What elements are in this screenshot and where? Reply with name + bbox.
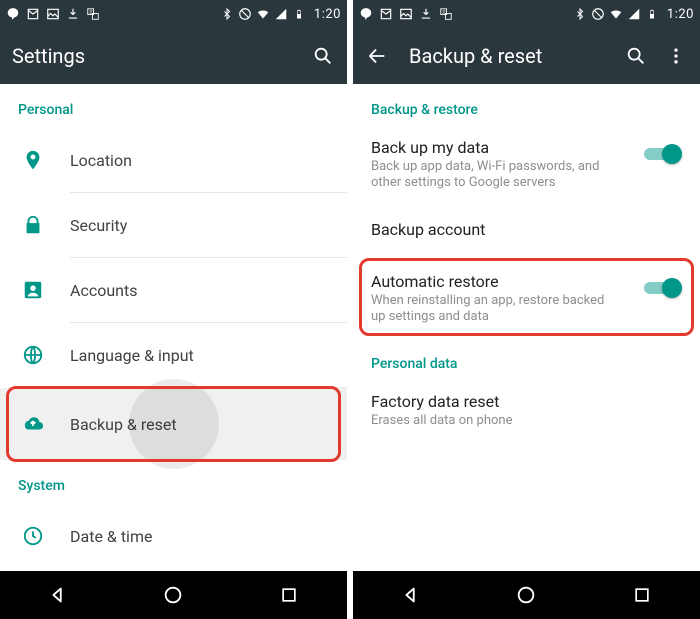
mail-icon (26, 7, 40, 21)
row-location[interactable]: Location (0, 128, 347, 192)
overflow-menu-icon[interactable] (664, 44, 688, 68)
translate-icon: 文 (86, 7, 100, 21)
row-factory-reset[interactable]: Factory data reset Erases all data on ph… (353, 382, 700, 440)
page-title: Settings (12, 44, 295, 68)
download-icon (66, 7, 80, 21)
image-icon (46, 7, 60, 21)
action-bar: Settings (0, 28, 347, 84)
svg-text:文: 文 (89, 8, 93, 14)
search-icon[interactable] (624, 44, 648, 68)
row-security[interactable]: Security (0, 193, 347, 257)
row-sub: Erases all data on phone (371, 413, 611, 429)
backup-reset-content: Backup & restore Back up my data Back up… (353, 84, 700, 571)
lock-icon (18, 214, 48, 236)
toggle-backup-my-data[interactable] (644, 144, 682, 164)
status-clock: 1:20 (667, 7, 694, 22)
action-bar: Backup & reset (353, 28, 700, 84)
battery-icon (292, 7, 306, 21)
translate-icon: 文 (439, 7, 453, 21)
row-backup-reset[interactable]: Backup & reset (0, 388, 347, 460)
row-label: Security (70, 216, 329, 235)
image-icon (399, 7, 413, 21)
row-automatic-restore[interactable]: Automatic restore When reinstalling an a… (353, 258, 700, 336)
page-title: Backup & reset (409, 44, 608, 68)
row-accounts[interactable]: Accounts (0, 258, 347, 322)
row-label: Date & time (70, 527, 329, 546)
backup-icon (18, 413, 48, 435)
clock-icon (18, 525, 48, 547)
section-personal: Personal (0, 84, 347, 128)
signal-icon (274, 7, 288, 21)
do-not-disturb-icon (238, 7, 252, 21)
row-auto-restore-wrap: Automatic restore When reinstalling an a… (353, 258, 700, 336)
row-title: Automatic restore (371, 272, 644, 291)
row-sub: Back up app data, Wi-Fi passwords, and o… (371, 159, 611, 192)
do-not-disturb-icon (591, 7, 605, 21)
nav-recent-button[interactable] (277, 583, 301, 607)
row-label: Language & input (70, 346, 329, 365)
toggle-automatic-restore[interactable] (644, 278, 682, 298)
mail-icon (379, 7, 393, 21)
section-personal-data: Personal data (353, 336, 700, 382)
globe-icon (18, 344, 48, 366)
back-arrow-icon[interactable] (365, 44, 389, 68)
row-sub: When reinstalling an app, restore backed… (371, 293, 611, 326)
bluetooth-icon (220, 7, 234, 21)
row-label: Location (70, 151, 329, 170)
row-label: Accounts (70, 281, 329, 300)
phone-left: 文 1:20 Settings (0, 0, 347, 619)
row-datetime[interactable]: Date & time (0, 504, 347, 568)
download-icon (419, 7, 433, 21)
nav-bar (353, 571, 700, 619)
row-backup-account[interactable]: Backup account (353, 202, 700, 254)
hangouts-icon (359, 7, 373, 21)
row-title: Factory data reset (371, 392, 682, 411)
battery-icon (645, 7, 659, 21)
settings-content: Personal Location Security Accounts (0, 84, 347, 571)
nav-recent-button[interactable] (630, 583, 654, 607)
row-title: Backup account (371, 220, 682, 239)
nav-home-button[interactable] (161, 583, 185, 607)
row-title: Back up my data (371, 138, 644, 157)
search-icon[interactable] (311, 44, 335, 68)
svg-text:文: 文 (442, 8, 446, 14)
signal-icon (627, 7, 641, 21)
nav-back-button[interactable] (399, 583, 423, 607)
section-backup-restore: Backup & restore (353, 84, 700, 128)
row-label: Backup & reset (70, 415, 329, 434)
location-icon (18, 149, 48, 171)
account-icon (18, 279, 48, 301)
row-backup-my-data[interactable]: Back up my data Back up app data, Wi-Fi … (353, 128, 700, 202)
row-language[interactable]: Language & input (0, 323, 347, 387)
nav-bar (0, 571, 347, 619)
phone-right: 文 1:20 Backup & reset (353, 0, 700, 619)
bluetooth-icon (573, 7, 587, 21)
status-bar: 文 1:20 (353, 0, 700, 28)
section-system: System (0, 460, 347, 504)
status-clock: 1:20 (314, 7, 341, 22)
wifi-icon (609, 7, 623, 21)
nav-home-button[interactable] (514, 583, 538, 607)
hangouts-icon (6, 7, 20, 21)
row-backup-wrap: Backup & reset (0, 388, 347, 460)
nav-back-button[interactable] (46, 583, 70, 607)
wifi-icon (256, 7, 270, 21)
status-bar: 文 1:20 (0, 0, 347, 28)
